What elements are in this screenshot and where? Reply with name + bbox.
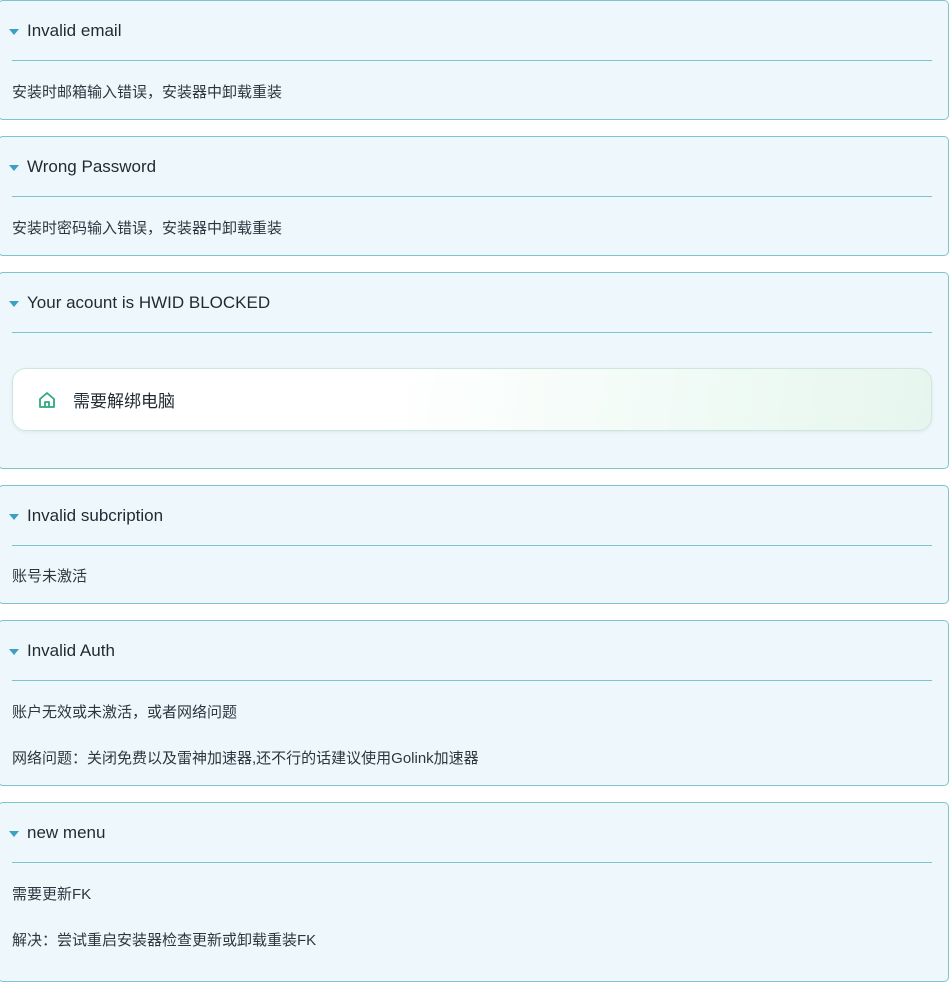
divider [12,545,932,546]
divider [12,332,932,333]
panel-toggle[interactable]: Your acount is HWID BLOCKED [9,273,932,333]
panel-toggle[interactable]: Wrong Password [9,137,932,197]
panel-text: 账号未激活 [12,568,88,585]
caret-down-icon [9,830,19,837]
panel-toggle[interactable]: new menu [9,803,932,863]
divider [12,680,932,681]
panel-toggle[interactable]: Invalid Auth [9,621,932,681]
divider [12,60,932,61]
panel-title: Your acount is HWID BLOCKED [27,293,271,312]
panel-wrong-password: Wrong Password 安装时密码输入错误，安装器中卸载重装 [0,136,949,256]
panel-invalid-email: Invalid email 安装时邮箱输入错误，安装器中卸载重装 [0,0,949,120]
unbind-pc-card[interactable]: 需要解绑电脑 [12,368,932,431]
divider [12,862,932,863]
panel-text: 网络问题：关闭免费以及雷神加速器,还不行的话建议使用Golink加速器 [12,750,479,767]
panel-invalid-subcription: Invalid subcription 账号未激活 [0,485,949,604]
caret-down-icon [9,300,19,307]
caret-down-icon [9,28,19,35]
panel-toggle[interactable]: Invalid email [9,1,932,61]
panel-title: Invalid email [27,21,122,40]
panel-text: 账户无效或未激活，或者网络问题 [12,704,238,721]
home-icon [37,390,57,410]
panel-hwid-blocked: Your acount is HWID BLOCKED 需要解绑电脑 [0,272,949,469]
panel-title: Invalid subcription [27,506,164,525]
caret-down-icon [9,513,19,520]
divider [12,196,932,197]
panel-text: 解决：尝试重启安装器检查更新或卸载重装FK [12,932,317,949]
panel-toggle[interactable]: Invalid subcription [9,486,932,546]
panel-text: 安装时邮箱输入错误，安装器中卸载重装 [12,84,283,101]
panel-new-menu: new menu 需要更新FK 解决：尝试重启安装器检查更新或卸载重装FK [0,802,949,982]
panel-invalid-auth: Invalid Auth 账户无效或未激活，或者网络问题 网络问题：关闭免费以及… [0,620,949,786]
panel-text: 需要更新FK [12,886,92,903]
panel-title: Wrong Password [27,157,157,176]
panel-title: new menu [27,823,106,842]
card-label: 需要解绑电脑 [73,392,175,411]
caret-down-icon [9,648,19,655]
caret-down-icon [9,164,19,171]
panel-title: Invalid Auth [27,641,115,660]
panel-text: 安装时密码输入错误，安装器中卸载重装 [12,220,283,237]
